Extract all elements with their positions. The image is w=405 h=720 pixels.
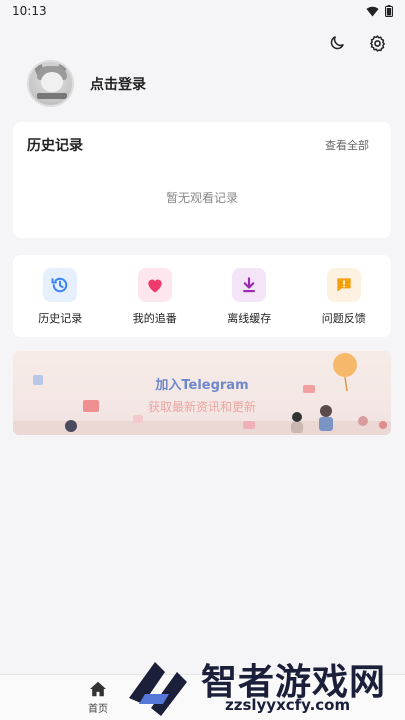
login-link[interactable]: 点击登录 <box>90 74 146 94</box>
home-icon <box>90 681 106 697</box>
history-title: 历史记录 <box>27 138 83 154</box>
battery-icon <box>385 5 393 17</box>
quick-label: 历史记录 <box>38 312 83 325</box>
bottom-nav: 首页 <box>0 674 405 720</box>
avatar[interactable] <box>27 60 74 107</box>
download-icon <box>243 277 256 293</box>
history-card: 历史记录 查看全部 暂无观看记录 <box>13 122 391 238</box>
quick-label: 离线缓存 <box>227 312 272 325</box>
banner-illustration <box>13 353 391 435</box>
theme-toggle-button[interactable] <box>327 33 347 53</box>
history-empty-text: 暂无观看记录 <box>165 191 238 205</box>
quick-actions-card: 历史记录 我的追番 离线缓存 问题反馈 <box>13 255 391 337</box>
quick-icon-bg <box>137 268 172 302</box>
gear-icon <box>369 34 385 52</box>
telegram-banner[interactable]: 加入Telegram 获取最新资讯和更新 <box>13 351 391 435</box>
view-all-link[interactable]: 查看全部 <box>325 137 377 153</box>
feedback-icon <box>337 278 351 292</box>
banner-title: 加入Telegram <box>155 378 249 393</box>
quick-label: 我的追番 <box>132 312 177 325</box>
nav-home-label: 首页 <box>88 704 108 715</box>
settings-button[interactable] <box>367 33 387 53</box>
status-icons <box>366 5 393 17</box>
quick-item-offline[interactable]: 离线缓存 <box>209 268 289 326</box>
quick-icon-bg <box>43 268 78 302</box>
quick-icon-bg <box>232 268 267 302</box>
history-header: 历史记录 查看全部 <box>13 122 391 155</box>
top-actions <box>327 33 387 53</box>
history-icon <box>51 277 68 293</box>
quick-item-feedback[interactable]: 问题反馈 <box>304 268 384 326</box>
banner-subtitle: 获取最新资讯和更新 <box>147 400 256 414</box>
quick-icon-bg <box>326 268 361 302</box>
quick-item-history[interactable]: 历史记录 <box>20 268 100 326</box>
profile-section: 点击登录 <box>27 60 146 107</box>
status-time: 10:13 <box>12 4 47 18</box>
wifi-icon <box>366 6 379 16</box>
quick-item-favorites[interactable]: 我的追番 <box>115 268 195 326</box>
status-bar: 10:13 <box>0 0 405 22</box>
moon-icon <box>330 36 344 50</box>
quick-label: 问题反馈 <box>321 312 366 325</box>
heart-icon <box>148 279 162 293</box>
nav-home-tab[interactable]: 首页 <box>88 681 108 715</box>
